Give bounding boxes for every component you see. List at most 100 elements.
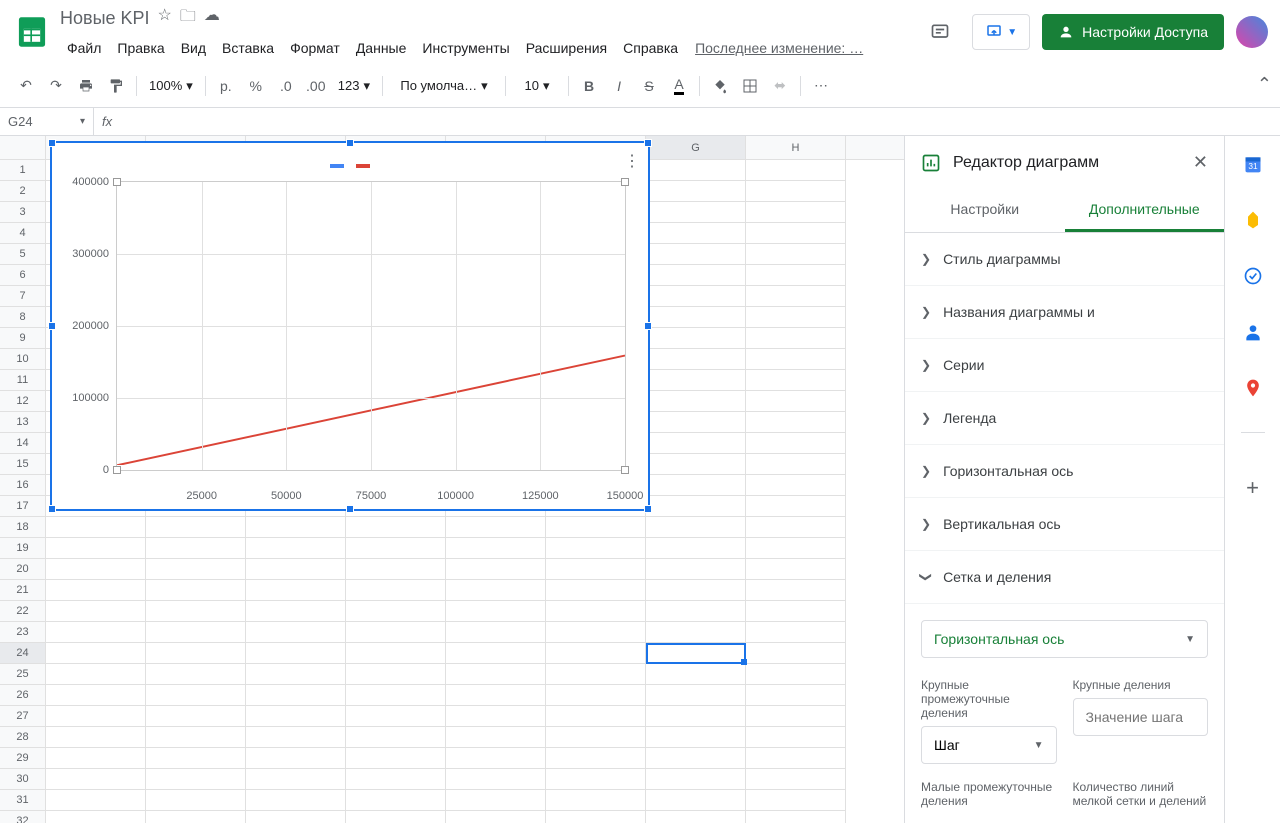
cell[interactable] [146,811,246,823]
cell[interactable] [746,349,846,370]
cell[interactable] [646,601,746,622]
cell[interactable] [646,223,746,244]
cell[interactable] [546,601,646,622]
row-header[interactable]: 17 [0,496,46,517]
cell[interactable] [746,580,846,601]
cell[interactable] [246,601,346,622]
cell[interactable] [646,412,746,433]
cell[interactable] [646,286,746,307]
cell[interactable] [746,244,846,265]
cell[interactable] [646,580,746,601]
cell[interactable] [646,811,746,823]
cell[interactable] [446,790,546,811]
section-legend[interactable]: ❯Легенда [905,392,1224,445]
chart-object[interactable]: ⋮ 0100000200000300000400000 250005000075… [50,141,650,511]
cell[interactable] [746,433,846,454]
cell[interactable] [146,622,246,643]
cell[interactable] [646,685,746,706]
cell[interactable] [546,559,646,580]
cell[interactable] [246,748,346,769]
cell[interactable] [446,706,546,727]
cell[interactable] [546,727,646,748]
cell[interactable] [246,811,346,823]
calendar-icon[interactable]: 31 [1233,144,1273,184]
cell[interactable] [246,622,346,643]
cell[interactable] [646,496,746,517]
resize-handle[interactable] [644,322,652,330]
cell[interactable] [146,601,246,622]
cell[interactable] [446,559,546,580]
close-icon[interactable]: ✕ [1193,152,1208,173]
zoom-select[interactable]: 100% ▾ [143,72,199,100]
menu-tools[interactable]: Инструменты [415,36,516,60]
row-header[interactable]: 5 [0,244,46,265]
resize-handle[interactable] [346,505,354,513]
section-horizontal-axis[interactable]: ❯Горизонтальная ось [905,445,1224,498]
resize-handle[interactable] [346,139,354,147]
select-all-corner[interactable] [0,136,46,159]
row-header[interactable]: 6 [0,265,46,286]
cell[interactable] [546,706,646,727]
cell[interactable] [746,475,846,496]
plot-handle[interactable] [621,466,629,474]
chart-legend[interactable] [64,155,636,173]
cell[interactable] [346,580,446,601]
cell[interactable] [146,643,246,664]
section-series[interactable]: ❯Серии [905,339,1224,392]
merge-cells-icon[interactable]: ⬌ [766,72,794,100]
cell[interactable] [446,622,546,643]
cell[interactable] [346,517,446,538]
cell[interactable] [446,517,546,538]
print-icon[interactable] [72,72,100,100]
row-header[interactable]: 7 [0,286,46,307]
row-header[interactable]: 29 [0,748,46,769]
comments-icon[interactable] [920,12,960,52]
menu-format[interactable]: Формат [283,36,347,60]
row-header[interactable]: 20 [0,559,46,580]
cell[interactable] [546,664,646,685]
cell[interactable] [646,370,746,391]
row-header[interactable]: 3 [0,202,46,223]
percent-button[interactable]: % [242,72,270,100]
cell[interactable] [146,580,246,601]
cell[interactable] [46,664,146,685]
cell[interactable] [646,307,746,328]
cell[interactable] [746,769,846,790]
present-button[interactable]: ▼ [972,14,1030,50]
cell[interactable] [146,769,246,790]
cell[interactable] [246,790,346,811]
cell[interactable] [246,706,346,727]
cell[interactable] [746,265,846,286]
cell[interactable] [646,748,746,769]
cell[interactable] [746,727,846,748]
cell[interactable] [346,727,446,748]
cell[interactable] [446,601,546,622]
cell[interactable] [746,454,846,475]
menu-extensions[interactable]: Расширения [519,36,614,60]
font-select[interactable]: По умолча… ▾ [389,72,499,100]
row-header[interactable]: 19 [0,538,46,559]
cell[interactable] [546,811,646,823]
col-header[interactable]: G [646,136,746,159]
row-header[interactable]: 18 [0,517,46,538]
cell[interactable] [46,685,146,706]
cell[interactable] [246,538,346,559]
cell[interactable] [746,559,846,580]
row-header[interactable]: 10 [0,349,46,370]
resize-handle[interactable] [644,139,652,147]
cell[interactable] [346,538,446,559]
cell[interactable] [746,307,846,328]
spreadsheet-area[interactable]: A B C D E F G H 123456789101112131415161… [0,136,904,823]
row-header[interactable]: 21 [0,580,46,601]
cell[interactable] [46,790,146,811]
cell[interactable] [346,601,446,622]
cell[interactable] [46,538,146,559]
cell[interactable] [746,664,846,685]
cell[interactable] [46,559,146,580]
cell[interactable] [146,559,246,580]
cell[interactable] [146,517,246,538]
section-vertical-axis[interactable]: ❯Вертикальная ось [905,498,1224,551]
strikethrough-button[interactable]: S [635,72,663,100]
menu-data[interactable]: Данные [349,36,414,60]
cell[interactable] [646,202,746,223]
